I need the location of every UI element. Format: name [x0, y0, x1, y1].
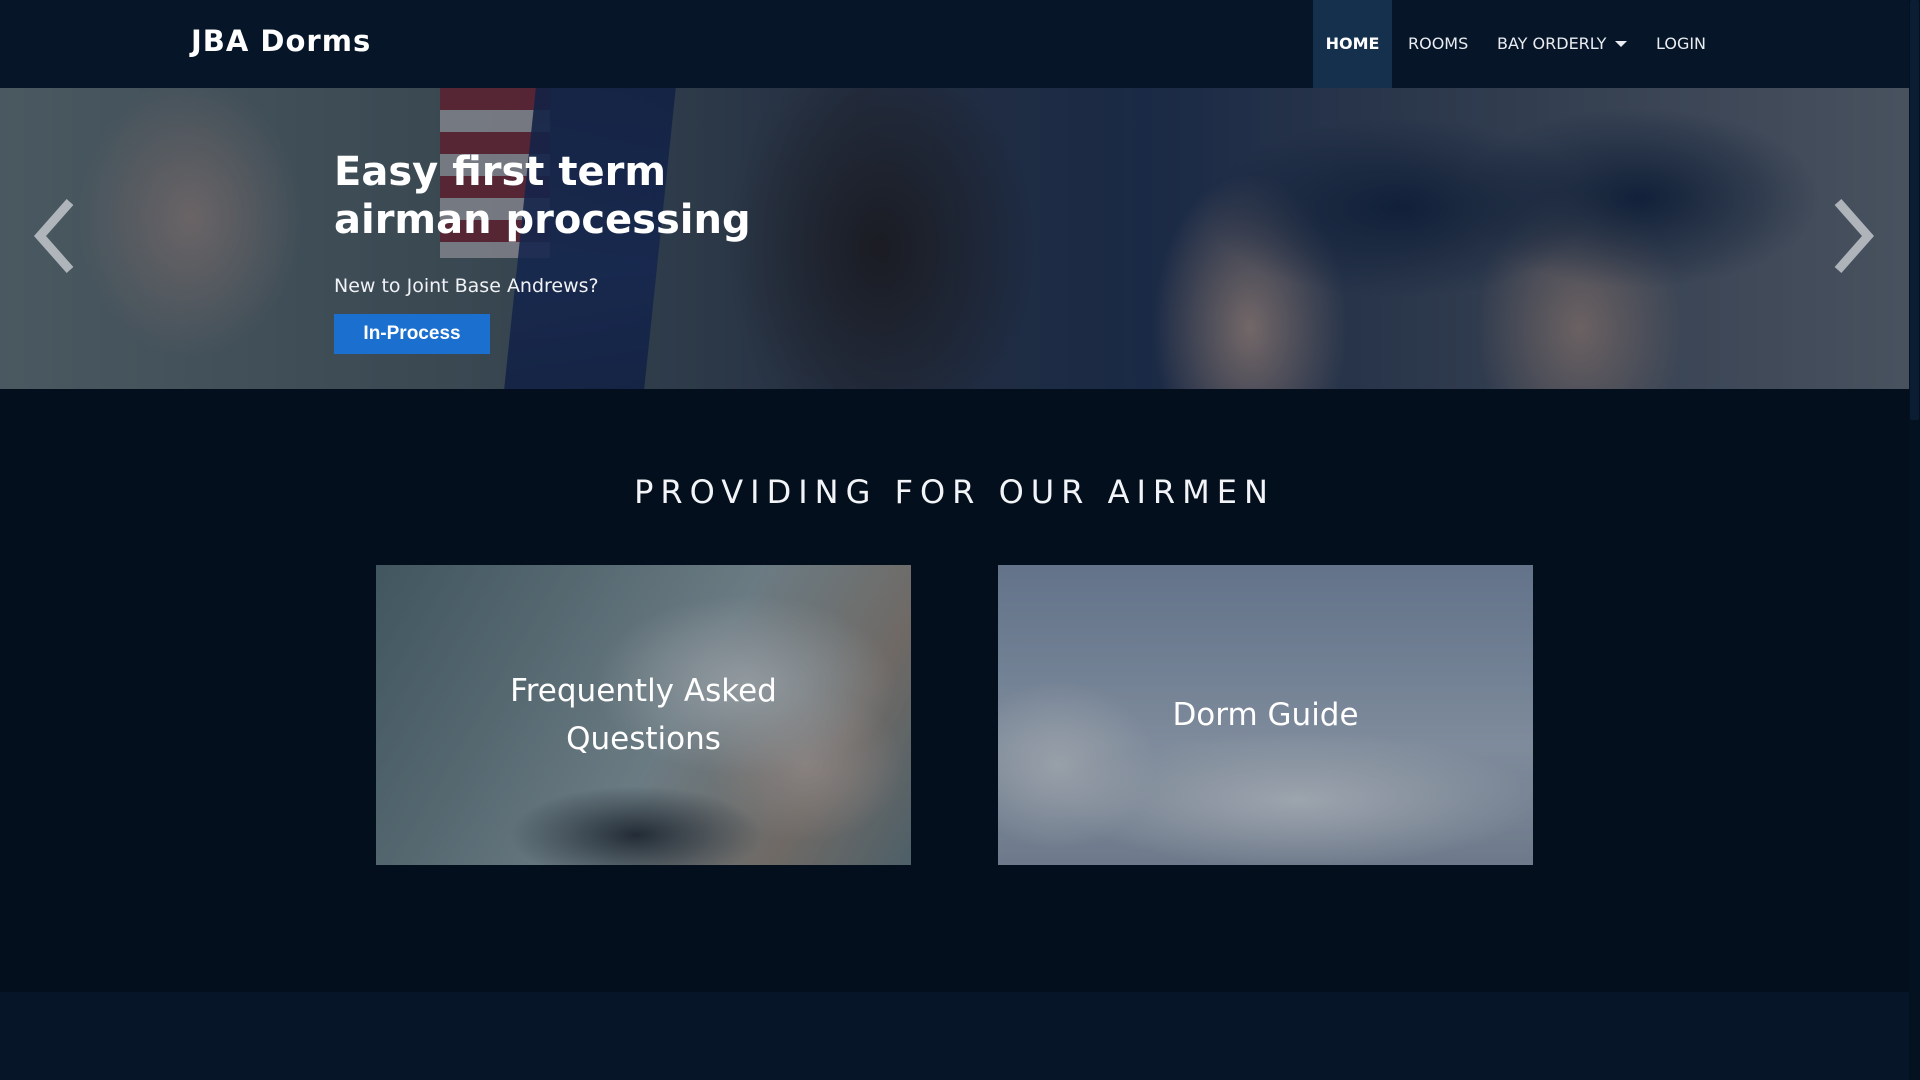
hero-carousel: Easy first term airman processing New to… — [0, 88, 1909, 389]
footer — [0, 992, 1909, 1080]
caret-down-icon — [1615, 40, 1628, 47]
hero-title: Easy first term airman processing — [334, 149, 751, 243]
hero-overlay — [0, 88, 1909, 389]
dorm-guide-card-label: Dorm Guide — [1172, 697, 1359, 733]
nav-item-login[interactable]: LOGIN — [1656, 0, 1706, 88]
brand-logo-link[interactable]: JBA Dorms — [191, 24, 371, 58]
carousel-next-button[interactable] — [1828, 196, 1878, 276]
nav-item-home[interactable]: HOME — [1313, 0, 1392, 88]
section-title: PROVIDING FOR OUR AIRMEN — [634, 473, 1275, 511]
chevron-right-icon — [1834, 199, 1875, 273]
nav-item-bay-orderly-label: BAY ORDERLY — [1497, 34, 1607, 53]
in-process-button[interactable]: In-Process — [334, 314, 490, 354]
nav-item-rooms[interactable]: ROOMS — [1408, 0, 1468, 88]
nav-item-bay-orderly[interactable]: BAY ORDERLY — [1497, 0, 1628, 88]
carousel-prev-button[interactable] — [30, 196, 80, 276]
page-scrollbar-thumb[interactable] — [1910, 0, 1919, 420]
navbar: JBA Dorms HOME ROOMS BAY ORDERLY LOGIN — [0, 0, 1909, 88]
main-section: PROVIDING FOR OUR AIRMEN Frequently Aske… — [0, 389, 1909, 992]
hero-subtitle: New to Joint Base Andrews? — [334, 275, 599, 297]
dorm-guide-card[interactable]: Dorm Guide — [998, 565, 1533, 865]
faq-card-label: Frequently Asked Questions — [510, 673, 777, 757]
chevron-left-icon — [33, 199, 74, 273]
faq-card[interactable]: Frequently Asked Questions — [376, 565, 911, 865]
